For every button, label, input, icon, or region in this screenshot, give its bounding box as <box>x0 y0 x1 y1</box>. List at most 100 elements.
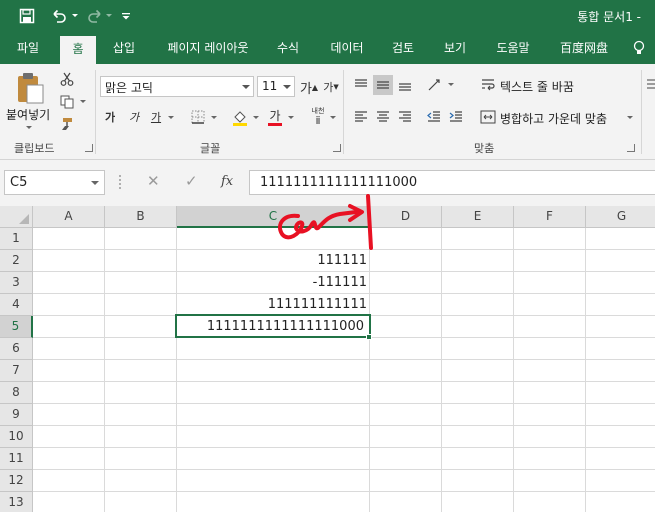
cell-c3[interactable]: -111111 <box>177 272 370 293</box>
row-header-13[interactable]: 13 <box>0 492 33 512</box>
row-header-7[interactable]: 7 <box>0 360 33 382</box>
font-color-dropdown-icon[interactable] <box>288 116 294 119</box>
italic-button[interactable]: 가 <box>126 108 142 126</box>
alignment-launcher-icon[interactable] <box>627 144 635 152</box>
column-header-c[interactable]: C <box>177 206 370 228</box>
tab-view[interactable]: 보기 <box>435 33 475 64</box>
row-header-8[interactable]: 8 <box>0 382 33 404</box>
formula-splitter[interactable] <box>119 175 121 189</box>
bold-button[interactable]: 가 <box>102 108 118 126</box>
tab-data[interactable]: 데이터 <box>322 33 372 64</box>
customize-quick-access-icon[interactable] <box>118 6 134 26</box>
underline-button[interactable]: 가 <box>148 108 164 126</box>
save-icon[interactable] <box>16 6 38 26</box>
increase-indent-icon[interactable] <box>446 107 466 127</box>
paste-dropdown-icon[interactable] <box>26 126 32 129</box>
fill-color-icon[interactable] <box>230 107 250 129</box>
tab-file[interactable]: 파일 <box>6 33 50 64</box>
decrease-indent-icon[interactable] <box>424 107 444 127</box>
tab-review[interactable]: 검토 <box>383 33 423 64</box>
undo-icon[interactable] <box>48 6 70 26</box>
redo-dropdown-icon[interactable] <box>104 6 114 26</box>
tab-formulas[interactable]: 수식 <box>268 33 308 64</box>
cut-icon[interactable] <box>58 70 76 88</box>
borders-dropdown-icon[interactable] <box>211 116 217 119</box>
align-middle-icon[interactable] <box>373 75 393 95</box>
insert-function-icon[interactable]: fx <box>221 174 233 189</box>
chevron-down-icon <box>242 85 250 89</box>
tab-help[interactable]: 도움말 <box>488 33 538 64</box>
row-header-9[interactable]: 9 <box>0 404 33 426</box>
align-left-icon[interactable] <box>351 107 371 127</box>
font-launcher-icon[interactable] <box>333 144 341 152</box>
select-all-corner[interactable] <box>0 206 33 228</box>
align-center-icon[interactable] <box>373 107 393 127</box>
merge-center-icon[interactable] <box>479 107 497 127</box>
column-header-f[interactable]: F <box>514 206 586 228</box>
fill-handle[interactable] <box>366 334 372 340</box>
copy-icon[interactable] <box>58 93 76 111</box>
column-header-d[interactable]: D <box>370 206 442 228</box>
font-name-value: 맑은 고딕 <box>105 81 153 95</box>
row-header-1[interactable]: 1 <box>0 228 33 250</box>
cancel-icon[interactable]: ✕ <box>147 172 160 190</box>
underline-dropdown-icon[interactable] <box>168 116 174 119</box>
phonetic-glyph: ⅱ <box>315 114 321 127</box>
tab-insert[interactable]: 삽입 <box>104 33 144 64</box>
paste-label[interactable]: 붙여넣기 <box>6 106 50 123</box>
gridline <box>33 469 655 470</box>
align-bottom-icon[interactable] <box>395 75 415 95</box>
merge-center-label[interactable]: 병합하고 가운데 맞춤 <box>500 110 607 127</box>
row-header-11[interactable]: 11 <box>0 448 33 470</box>
wrap-text-icon[interactable] <box>479 75 497 95</box>
row-header-3[interactable]: 3 <box>0 272 33 294</box>
worksheet-grid[interactable]: A B C D E F G 1 2 3 4 5 6 7 8 9 10 11 12… <box>0 194 655 512</box>
font-name-select[interactable]: 맑은 고딕 <box>100 76 254 97</box>
row-header-2[interactable]: 2 <box>0 250 33 272</box>
gridline <box>33 425 655 426</box>
undo-dropdown-icon[interactable] <box>70 6 80 26</box>
tab-baidu-netdisk[interactable]: 百度网盘 <box>551 33 617 64</box>
redo-icon[interactable] <box>84 6 106 26</box>
row-header-5[interactable]: 5 <box>0 316 33 338</box>
copy-dropdown-icon[interactable] <box>80 100 86 103</box>
formula-input[interactable]: 1111111111111111000 <box>249 170 655 195</box>
clipboard-launcher-icon[interactable] <box>85 144 93 152</box>
name-box[interactable]: C5 <box>4 170 105 195</box>
borders-icon[interactable] <box>188 108 208 126</box>
column-header-e[interactable]: E <box>442 206 514 228</box>
group-separator <box>343 70 344 154</box>
phonetic-button[interactable]: 내천 ⅱ <box>308 106 328 128</box>
row-header-4[interactable]: 4 <box>0 294 33 316</box>
wrap-text-label[interactable]: 텍스트 줄 바꿈 <box>500 78 574 95</box>
cell-c4[interactable]: 111111111111 <box>177 294 370 315</box>
orientation-dropdown-icon[interactable] <box>448 83 454 86</box>
number-format-clipped[interactable] <box>645 75 655 95</box>
column-header-b[interactable]: B <box>105 206 177 228</box>
row-header-6[interactable]: 6 <box>0 338 33 360</box>
merge-dropdown-icon[interactable] <box>627 116 633 119</box>
font-color-label: 가 <box>269 108 281 123</box>
lightbulb-icon[interactable] <box>627 33 651 64</box>
paste-icon[interactable] <box>12 70 48 106</box>
cell-c2[interactable]: 111111 <box>177 250 370 271</box>
align-top-icon[interactable] <box>351 75 371 95</box>
font-color-button[interactable]: 가 <box>266 106 284 128</box>
grow-font-button[interactable]: 가 ▲ <box>300 77 318 97</box>
tab-home[interactable]: 홈 <box>60 36 96 64</box>
phonetic-dropdown-icon[interactable] <box>330 116 336 119</box>
column-header-a[interactable]: A <box>33 206 105 228</box>
column-header-g[interactable]: G <box>586 206 655 228</box>
fill-color-dropdown-icon[interactable] <box>253 116 259 119</box>
font-size-select[interactable]: 11 <box>257 76 295 97</box>
enter-icon[interactable]: ✓ <box>185 172 198 190</box>
tab-page-layout[interactable]: 페이지 레이아웃 <box>156 33 260 64</box>
font-size-value: 11 <box>262 79 278 93</box>
row-header-10[interactable]: 10 <box>0 426 33 448</box>
shrink-font-button[interactable]: 가 ▼ <box>322 77 340 97</box>
format-painter-icon[interactable] <box>58 115 76 133</box>
align-right-icon[interactable] <box>395 107 415 127</box>
orientation-icon[interactable] <box>424 75 446 95</box>
row-header-12[interactable]: 12 <box>0 470 33 492</box>
gridline <box>33 491 655 492</box>
